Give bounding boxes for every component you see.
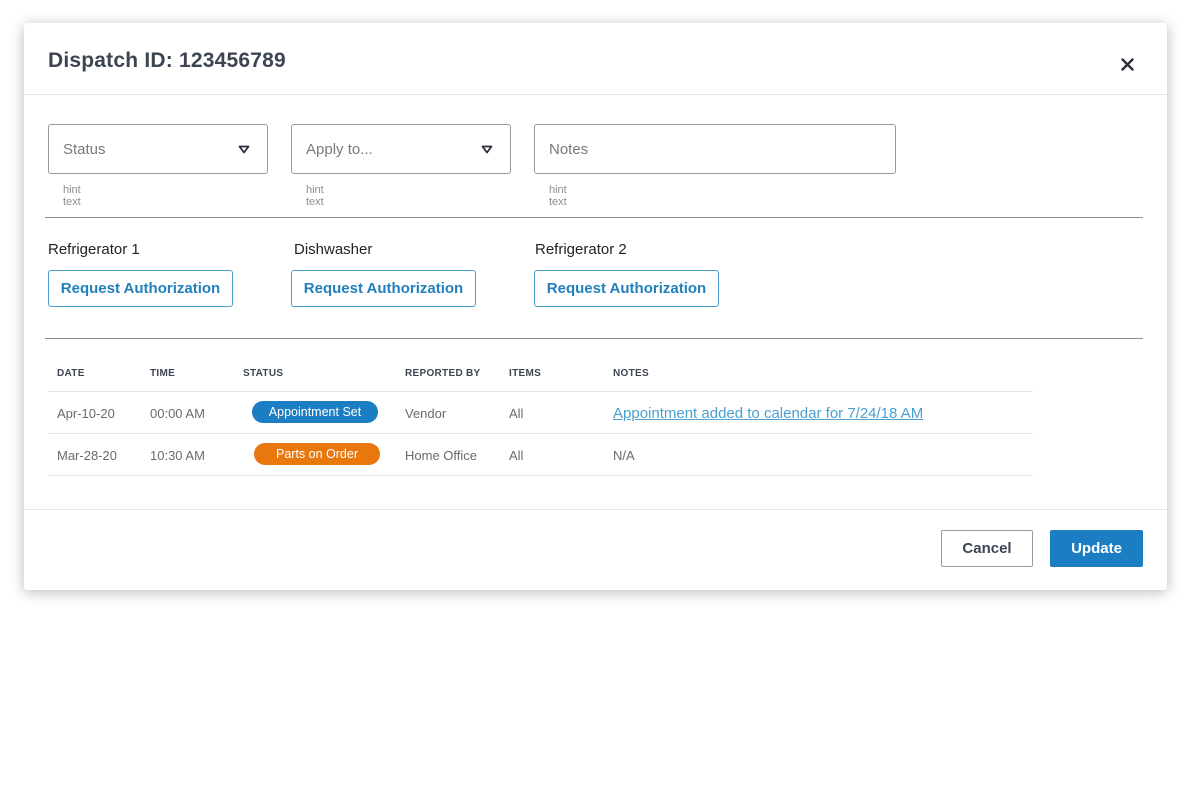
apply-to-hint: hint text: [306, 184, 324, 208]
row-date: Apr-10-20: [57, 406, 115, 421]
caret-down-icon: [481, 145, 493, 154]
status-hint: hint text: [63, 184, 81, 208]
column-header-date: DATE: [57, 368, 85, 379]
status-dropdown[interactable]: Status: [48, 124, 268, 174]
column-header-status: STATUS: [243, 368, 284, 379]
table-row: Mar-28-20 10:30 AM Parts on Order Home O…: [48, 433, 1033, 475]
appliance-name: Refrigerator 1: [48, 241, 140, 258]
modal-title: Dispatch ID: 123456789: [48, 49, 286, 72]
request-authorization-button[interactable]: Request Authorization: [291, 270, 476, 307]
cancel-button[interactable]: Cancel: [941, 530, 1033, 567]
row-reported-by: Vendor: [405, 406, 447, 421]
table-bottom-border: [48, 475, 1033, 476]
request-authorization-button[interactable]: Request Authorization: [48, 270, 233, 307]
dispatch-modal: Dispatch ID: 123456789 Status hint text …: [24, 23, 1167, 590]
modal-header: Dispatch ID: 123456789: [24, 23, 1167, 95]
caret-down-icon: [238, 145, 250, 154]
row-notes-link[interactable]: Appointment added to calendar for 7/24/1…: [613, 405, 923, 422]
modal-footer: Cancel Update: [24, 509, 1167, 590]
apply-to-dropdown-label: Apply to...: [306, 141, 373, 158]
row-date: Mar-28-20: [57, 448, 117, 463]
request-authorization-button[interactable]: Request Authorization: [534, 270, 719, 307]
row-notes: N/A: [613, 448, 635, 463]
appliance-name: Refrigerator 2: [535, 241, 627, 258]
column-header-time: TIME: [150, 368, 176, 379]
row-time: 00:00 AM: [150, 406, 205, 421]
row-items: All: [509, 448, 524, 463]
status-badge: Appointment Set: [252, 401, 378, 423]
row-items: All: [509, 406, 524, 421]
column-header-reported-by: REPORTED BY: [405, 368, 481, 379]
notes-hint: hint text: [549, 184, 567, 208]
section-divider: [45, 217, 1143, 218]
notes-input[interactable]: Notes: [534, 124, 896, 174]
close-icon: [1120, 57, 1134, 71]
close-button[interactable]: [1114, 53, 1140, 75]
row-time: 10:30 AM: [150, 448, 205, 463]
section-divider: [45, 338, 1143, 339]
row-reported-by: Home Office: [405, 448, 478, 463]
column-header-items: ITEMS: [509, 368, 542, 379]
column-header-notes: NOTES: [613, 368, 649, 379]
notes-input-placeholder: Notes: [549, 141, 589, 158]
update-button[interactable]: Update: [1050, 530, 1143, 567]
appliance-name: Dishwasher: [294, 241, 373, 258]
apply-to-dropdown[interactable]: Apply to...: [291, 124, 511, 174]
status-dropdown-label: Status: [63, 141, 106, 158]
status-badge: Parts on Order: [254, 443, 380, 465]
table-row: Apr-10-20 00:00 AM Appointment Set Vendo…: [48, 391, 1033, 433]
